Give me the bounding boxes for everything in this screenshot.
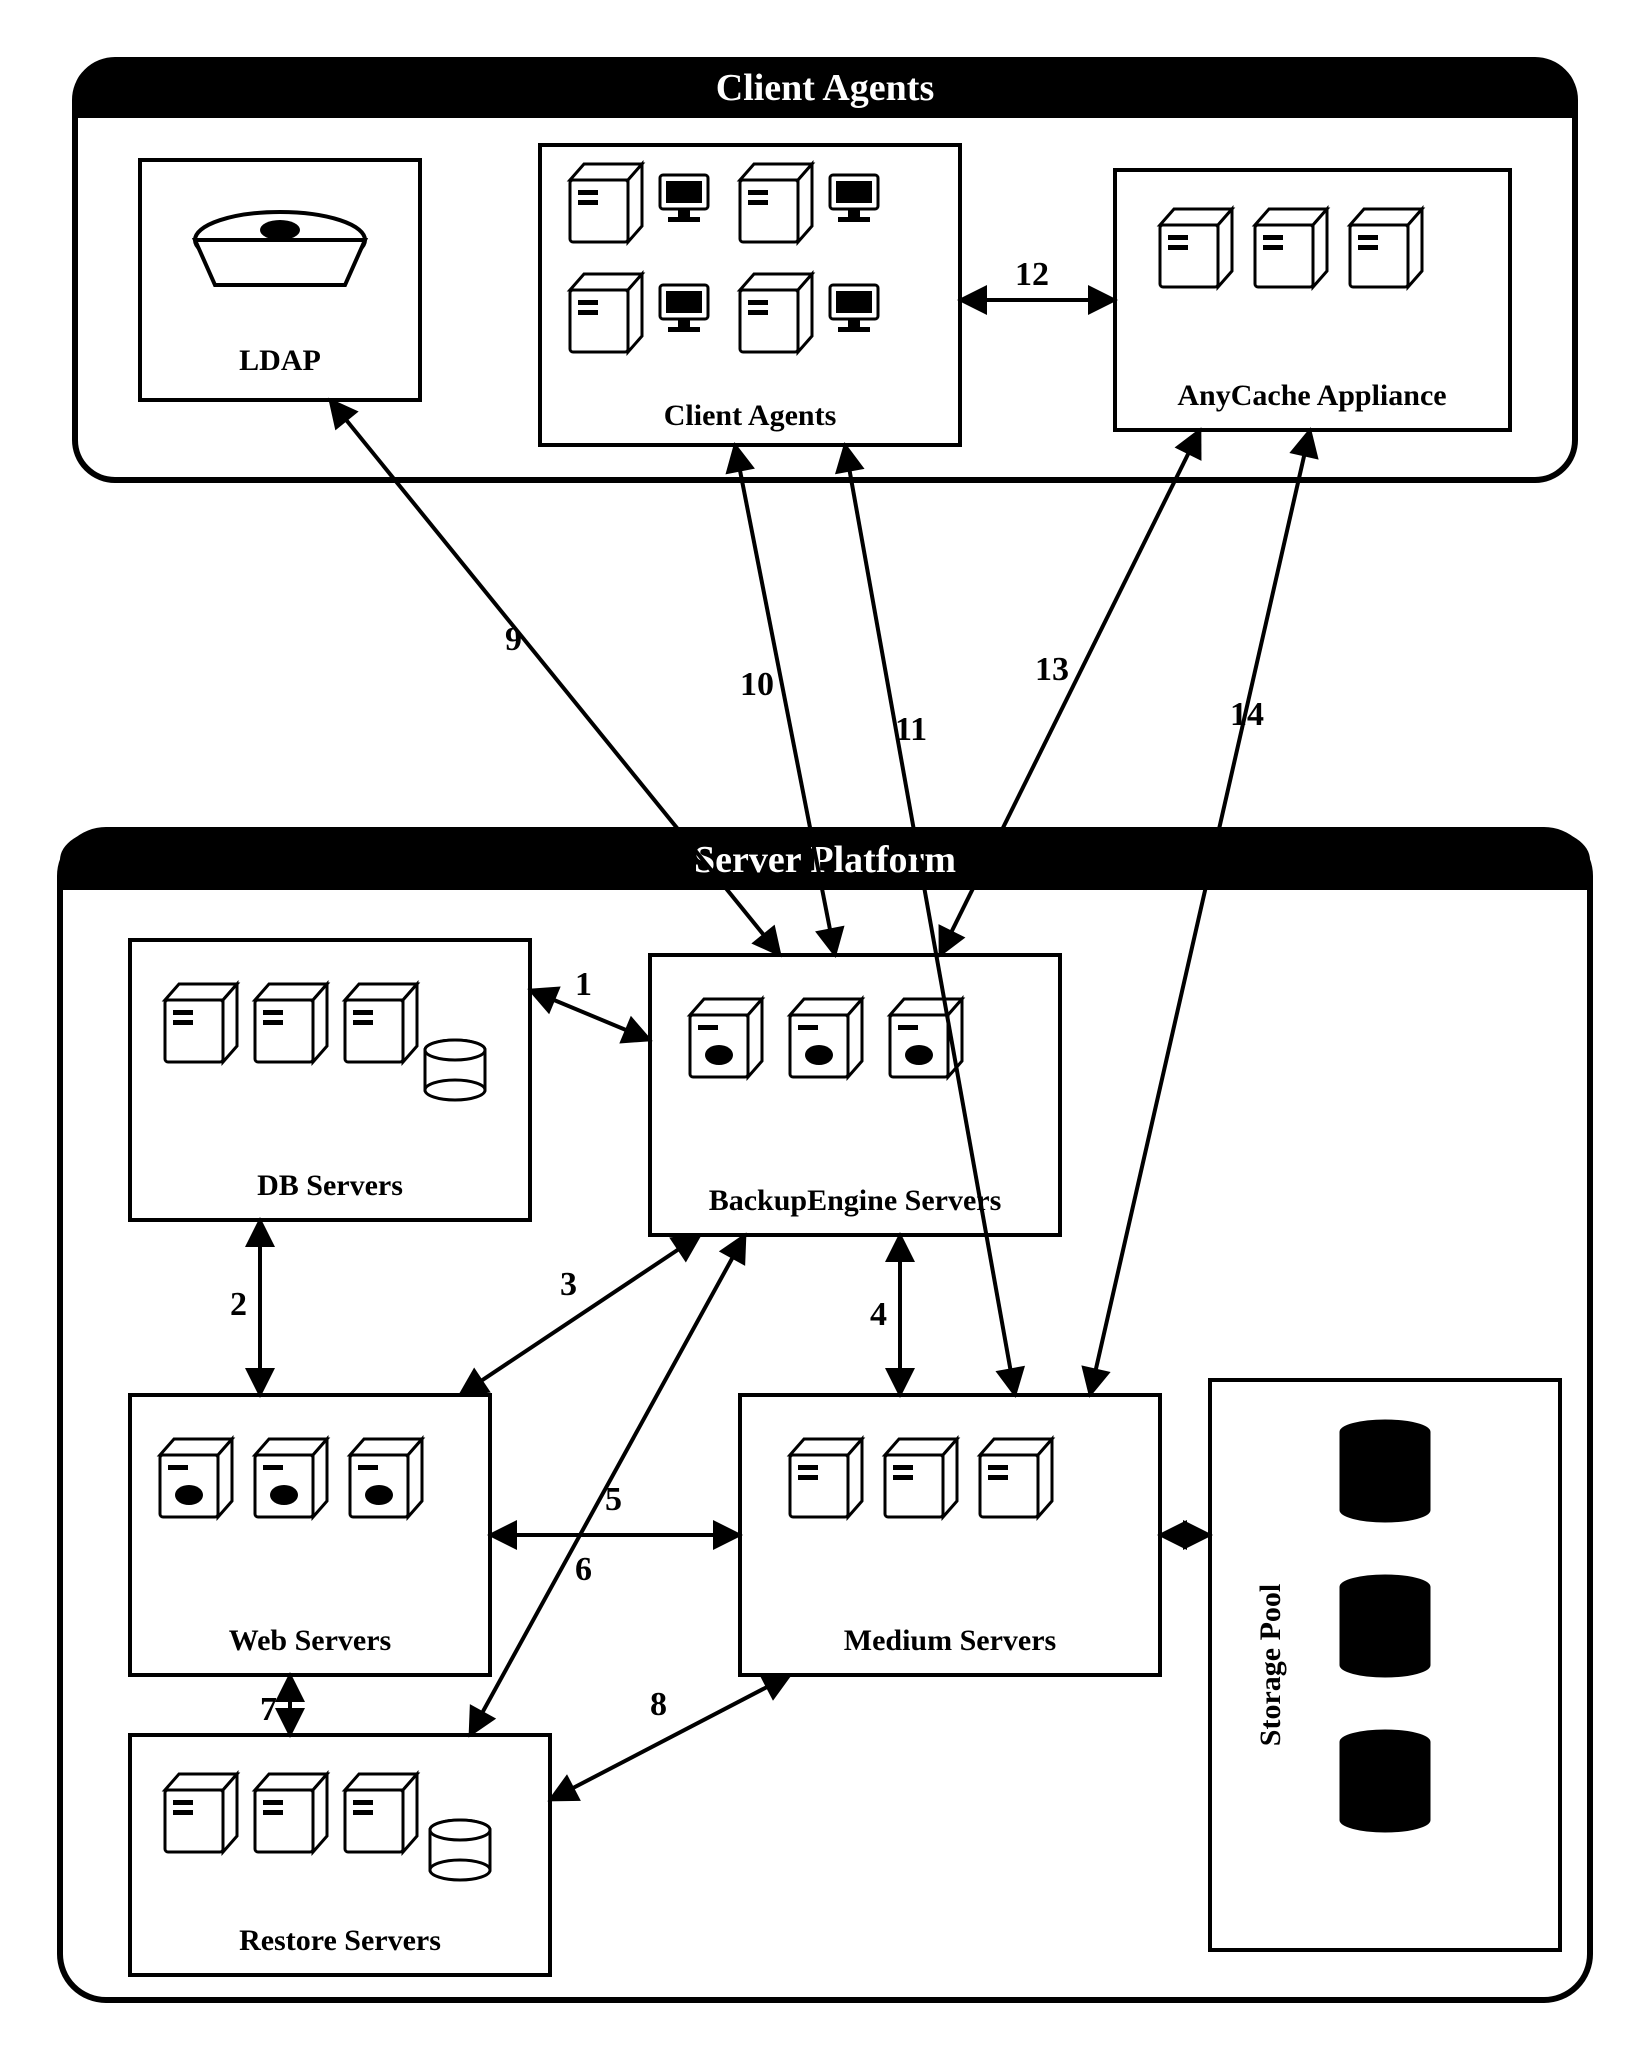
edge-2-label: 2 (230, 1286, 247, 1323)
edge-12-label: 12 (1015, 256, 1049, 293)
restore-servers-node: Restore Servers (130, 1735, 550, 1975)
client-panel-title: Client Agents (716, 67, 935, 109)
medium-servers-label: Medium Servers (844, 1624, 1056, 1657)
edge-7-label: 7 (260, 1691, 277, 1728)
server-platform-panel: Server Platform DB Servers BackupEngine … (60, 830, 1590, 2000)
edge-9-label: 9 (505, 621, 522, 658)
edge-6-label: 6 (575, 1551, 592, 1588)
db-servers-label: DB Servers (257, 1169, 403, 1202)
edge-4-label: 4 (870, 1296, 887, 1333)
architecture-diagram: Client Agents LDAP Client Agents (0, 0, 1640, 2058)
web-servers-label: Web Servers (229, 1624, 391, 1657)
backupengine-node: BackupEngine Servers (650, 955, 1060, 1235)
restore-servers-label: Restore Servers (239, 1924, 441, 1957)
edge-13-label: 13 (1035, 651, 1069, 688)
edge-3-label: 3 (560, 1266, 577, 1303)
db-servers-node: DB Servers (130, 940, 530, 1220)
edge-10-label: 10 (740, 666, 774, 703)
web-servers-node: Web Servers (130, 1395, 490, 1675)
ldap-node: LDAP (140, 160, 420, 400)
edge-1-label: 1 (575, 966, 592, 1003)
client-agents-label: Client Agents (664, 399, 837, 432)
edge-8-label: 8 (650, 1686, 667, 1723)
client-agents-panel: Client Agents LDAP Client Agents (75, 60, 1575, 480)
storage-pool-label: Storage Pool (1254, 1584, 1287, 1746)
client-agents-node: Client Agents (540, 145, 960, 445)
edge-11-label: 11 (895, 711, 927, 748)
edge-14-label: 14 (1230, 696, 1264, 733)
storage-pool-node: Storage Pool (1210, 1380, 1560, 1950)
backupengine-label: BackupEngine Servers (709, 1184, 1002, 1217)
anycache-node: AnyCache Appliance (1115, 170, 1510, 430)
anycache-label: AnyCache Appliance (1177, 379, 1446, 412)
ldap-label: LDAP (239, 344, 321, 377)
medium-servers-node: Medium Servers (740, 1395, 1160, 1675)
